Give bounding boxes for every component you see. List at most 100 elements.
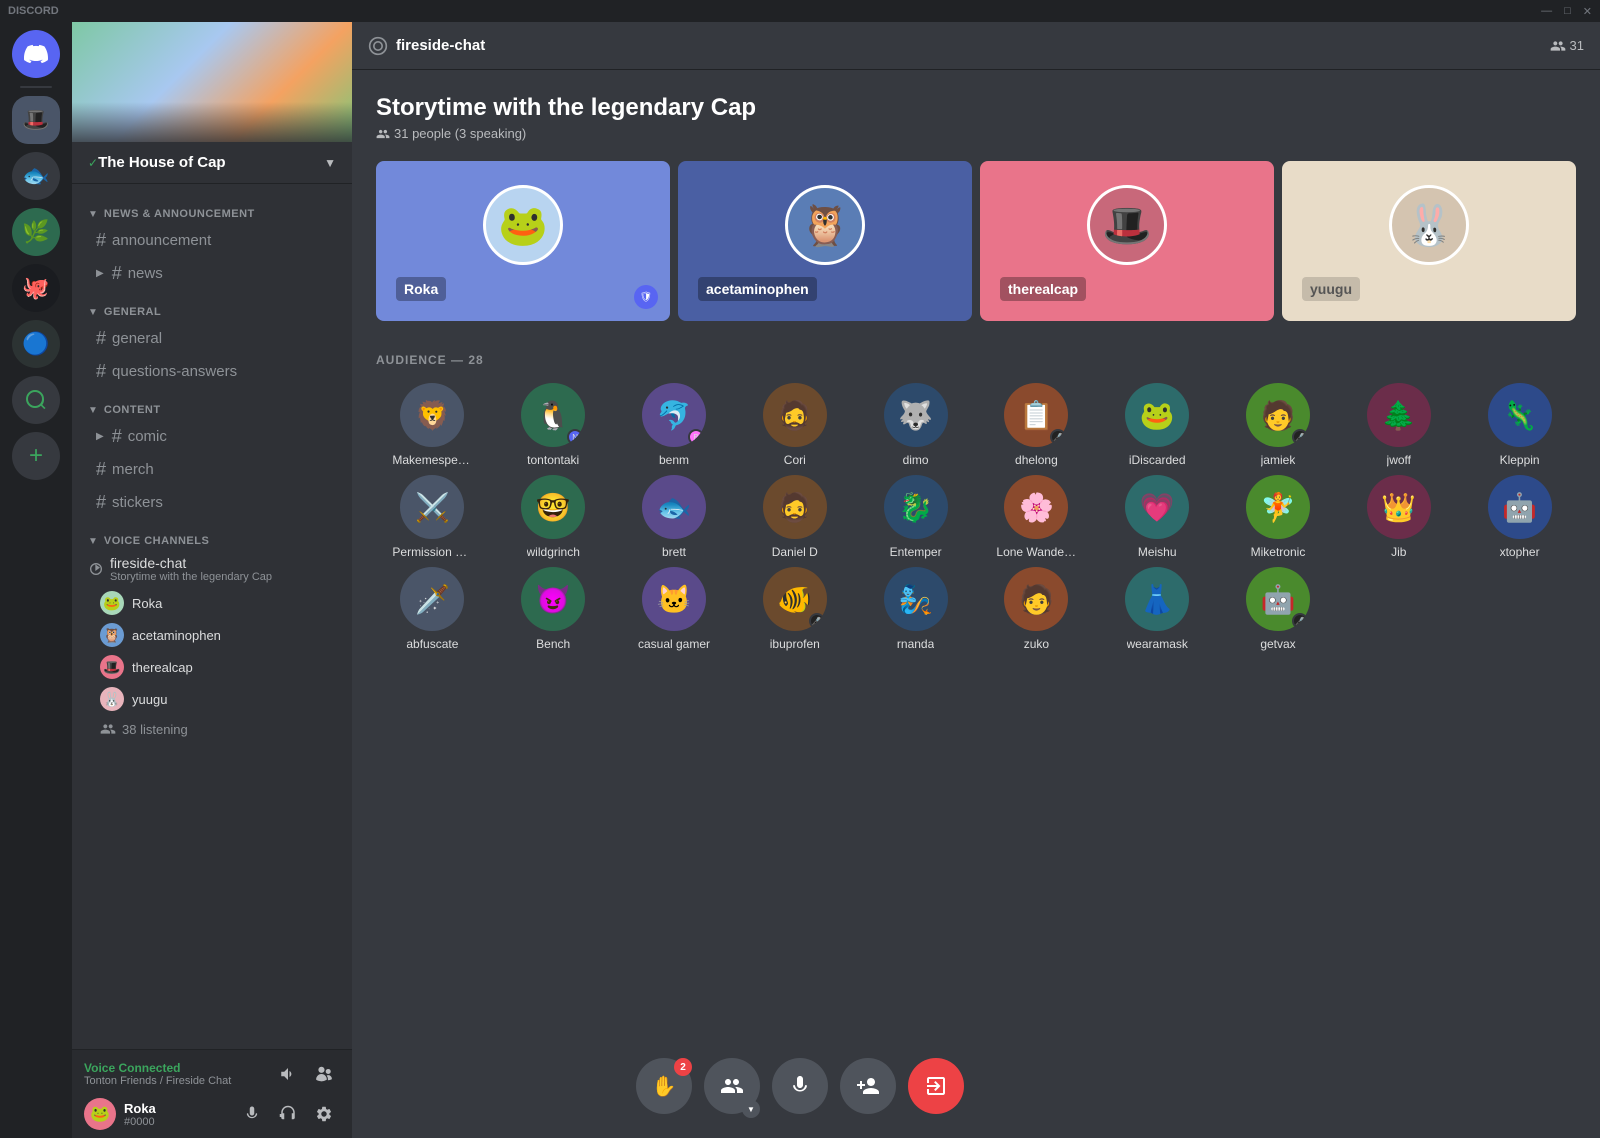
speaker-card-acetaminophen[interactable]: 🦉 acetaminophen	[678, 161, 972, 321]
audience-member-jamiek[interactable]: 🧑 🎤 jamiek	[1222, 383, 1335, 467]
server-banner	[72, 22, 352, 142]
audience-member-kleppin[interactable]: 🦎 Kleppin	[1463, 383, 1576, 467]
voice-user-yuugu[interactable]: 🐰 yuugu	[72, 683, 352, 715]
maximize-button[interactable]: □	[1564, 5, 1571, 18]
add-server-button[interactable]: +	[12, 432, 60, 480]
audience-member-getvax[interactable]: 🤖 🎤 getvax	[1222, 567, 1335, 651]
audience-member-name: Makemespeakrr	[392, 453, 472, 467]
audience-member-xtopher[interactable]: 🤖 xtopher	[1463, 475, 1576, 559]
voice-settings-button[interactable]	[308, 1058, 340, 1090]
channel-news[interactable]: ▶ # news	[80, 257, 344, 290]
audience-member-bench[interactable]: 😈 Bench	[497, 567, 610, 651]
channel-stickers[interactable]: # stickers	[80, 486, 344, 519]
mic-toggle-button[interactable]	[772, 1058, 828, 1114]
server-icon-2[interactable]: 🐟	[12, 152, 60, 200]
discord-home-button[interactable]	[12, 30, 60, 78]
audience-member-casual-gamer[interactable]: 🐱 casual gamer	[618, 567, 731, 651]
audience-member-miketronic[interactable]: 🧚 Miketronic	[1222, 475, 1335, 559]
audience-member-name: Daniel D	[772, 545, 818, 559]
audience-member-wearamask[interactable]: 👗 wearamask	[1101, 567, 1214, 651]
audience-member-name: Cori	[784, 453, 806, 467]
app-title: DISCORD	[8, 5, 59, 17]
speaker-card-therealcap[interactable]: 🎩 therealcap	[980, 161, 1274, 321]
voice-user-roka[interactable]: 🐸 Roka	[72, 587, 352, 619]
category-arrow-news: ▼	[88, 209, 98, 220]
user-name: Roka	[132, 596, 162, 611]
voice-channel-fireside[interactable]: fireside-chat Storytime with the legenda…	[72, 551, 352, 587]
speaker-avatar-yuugu: 🐰	[1389, 185, 1469, 265]
voice-activity-button[interactable]	[272, 1058, 304, 1090]
channel-comic[interactable]: ▶ # comic	[80, 420, 344, 453]
category-arrow-voice: ▼	[88, 536, 98, 547]
voice-user-therealcap[interactable]: 🎩 therealcap	[72, 651, 352, 683]
audience-member-daniel-d[interactable]: 🧔 Daniel D	[738, 475, 851, 559]
server-icon-houseof cap[interactable]: 🎩	[12, 96, 60, 144]
audience-member-name: wearamask	[1127, 637, 1188, 651]
audience-member-tontontaki[interactable]: 🐧 N tontontaki	[497, 383, 610, 467]
audience-member-wildgrinch[interactable]: 🤓 wildgrinch	[497, 475, 610, 559]
audience-member-benm[interactable]: 🐬 B benm	[618, 383, 731, 467]
audience-member-idiscarded[interactable]: 🐸 iDiscarded	[1101, 383, 1214, 467]
audience-member-zuko[interactable]: 🧑 zuko	[980, 567, 1093, 651]
channel-general[interactable]: # general	[80, 322, 344, 355]
audience-member-lone-wanderer[interactable]: 🌸 Lone Wanderer	[980, 475, 1093, 559]
audience-member-name: ibuprofen	[770, 637, 820, 651]
headphones-button[interactable]	[272, 1098, 304, 1130]
audience-member-permission-man[interactable]: ⚔️ Permission Man	[376, 475, 489, 559]
audience-member-rnanda[interactable]: 🧞 rnanda	[859, 567, 972, 651]
raise-hand-badge: 2	[674, 1058, 692, 1076]
category-news[interactable]: ▼ NEWS & ANNOUNCEMENT	[72, 192, 352, 224]
channel-merch[interactable]: # merch	[80, 453, 344, 486]
server-header[interactable]: ✓ The House of Cap ▼	[72, 142, 352, 184]
hash-icon: #	[96, 328, 106, 349]
channel-questions[interactable]: # questions-answers	[80, 355, 344, 388]
channel-title: fireside-chat	[396, 37, 485, 54]
mic-button[interactable]	[236, 1098, 268, 1130]
audience-member-name: brett	[662, 545, 686, 559]
server-icon-5[interactable]: 🔵	[12, 320, 60, 368]
audience-member-name: rnanda	[897, 637, 934, 651]
search-discovery-button[interactable]	[12, 376, 60, 424]
audience-member-abfuscate[interactable]: 🗡️ abfuscate	[376, 567, 489, 651]
user-avatar[interactable]: 🐸	[84, 1098, 116, 1130]
audience-member-ibuprofen[interactable]: 🐠 🎤 ibuprofen	[738, 567, 851, 651]
add-speaker-button[interactable]	[840, 1058, 896, 1114]
audience-section: AUDIENCE — 28 🦁 Makemespeakrr 🐧 N tonton…	[376, 353, 1576, 651]
speakers-grid: 🐸 Roka 🛡 🦉 acetaminophen 🎩	[376, 161, 1576, 321]
channel-name: merch	[112, 461, 154, 478]
speaker-name-therealcap: therealcap	[1000, 277, 1086, 301]
raise-hand-button[interactable]: ✋ 2	[636, 1058, 692, 1114]
speaker-name-acetaminophen: acetaminophen	[698, 277, 817, 301]
audience-member-meishu[interactable]: 💗 Meishu	[1101, 475, 1214, 559]
audience-member-brett[interactable]: 🐟 brett	[618, 475, 731, 559]
audience-member-name: tontontaki	[527, 453, 579, 467]
server-icon-3[interactable]: 🌿	[12, 208, 60, 256]
category-general[interactable]: ▼ GENERAL	[72, 290, 352, 322]
invite-dropdown-icon[interactable]: ▼	[742, 1100, 760, 1118]
minimize-button[interactable]: —	[1541, 5, 1552, 18]
audience-member-jwoff[interactable]: 🌲 jwoff	[1342, 383, 1455, 467]
leave-stage-button[interactable]	[908, 1058, 964, 1114]
mic-badge: 🎤	[809, 613, 825, 629]
speaker-card-roka[interactable]: 🐸 Roka 🛡	[376, 161, 670, 321]
server-check-icon: ✓	[88, 156, 98, 170]
audience-member-name: dhelong	[1015, 453, 1058, 467]
audience-member-name: xtopher	[1500, 545, 1540, 559]
audience-member-dimo[interactable]: 🐺 dimo	[859, 383, 972, 467]
speaker-shield-icon: 🛡	[634, 285, 658, 309]
audience-member-makemespeakrr[interactable]: 🦁 Makemespeakrr	[376, 383, 489, 467]
audience-member-entemper[interactable]: 🐉 Entemper	[859, 475, 972, 559]
category-voice[interactable]: ▼ VOICE CHANNELS	[72, 519, 352, 551]
speaker-avatar-wrap: 🎩	[1087, 185, 1167, 265]
audience-label: AUDIENCE — 28	[376, 353, 1576, 367]
channel-announcement[interactable]: # announcement	[80, 224, 344, 257]
voice-user-acetaminophen[interactable]: 🦉 acetaminophen	[72, 619, 352, 651]
audience-member-dhelong[interactable]: 📋 🎤 dhelong	[980, 383, 1093, 467]
settings-button[interactable]	[308, 1098, 340, 1130]
category-content[interactable]: ▼ CONTENT	[72, 388, 352, 420]
audience-member-cori[interactable]: 🧔 Cori	[738, 383, 851, 467]
close-button[interactable]: ✕	[1583, 5, 1592, 18]
speaker-card-yuugu[interactable]: 🐰 yuugu	[1282, 161, 1576, 321]
audience-member-jib[interactable]: 👑 Jib	[1342, 475, 1455, 559]
server-icon-4[interactable]: 🐙	[12, 264, 60, 312]
